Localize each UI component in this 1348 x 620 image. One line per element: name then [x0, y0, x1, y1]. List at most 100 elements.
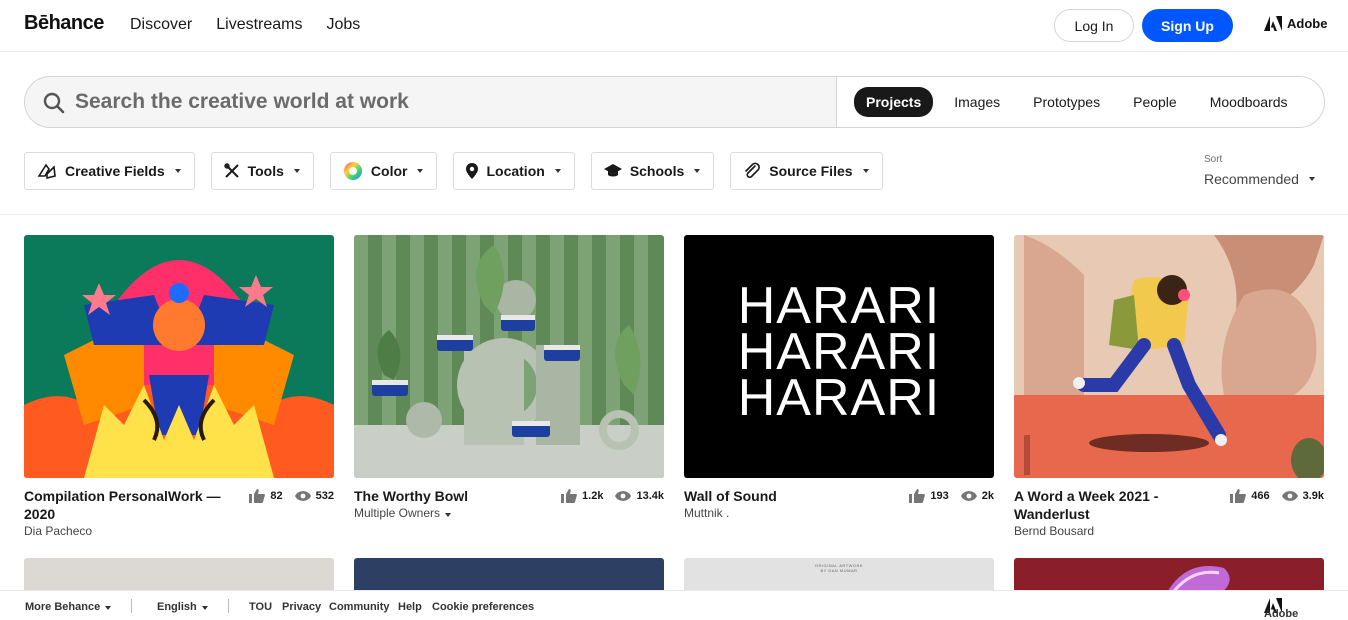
project-stats: 466 3.9k: [1224, 489, 1324, 503]
search-input[interactable]: [75, 87, 815, 117]
filter-label: Creative Fields: [65, 163, 165, 179]
signup-button[interactable]: Sign Up: [1142, 9, 1233, 42]
more-behance-dropdown[interactable]: More Behance: [25, 601, 112, 613]
tab-prototypes[interactable]: Prototypes: [1021, 87, 1112, 117]
tab-projects[interactable]: Projects: [854, 87, 934, 117]
thumbnail-caption: ORIGINAL ARTWORK BY DAN MUMAR: [684, 563, 994, 573]
tab-people[interactable]: People: [1121, 87, 1189, 117]
filter-label: Location: [486, 163, 545, 179]
thumbs-up-icon: [249, 489, 266, 503]
filter-color[interactable]: Color: [329, 152, 438, 190]
nav-link-jobs[interactable]: Jobs: [326, 16, 360, 34]
views-count: 13.4k: [636, 490, 664, 502]
project-card[interactable]: HARARI HARARI HARARI Wall of Sound Muttn…: [684, 235, 994, 533]
project-title[interactable]: Compilation PersonalWork — 2020: [24, 487, 224, 523]
footer-divider: [228, 599, 229, 613]
eye-icon: [1281, 491, 1298, 501]
footer-adobe-link[interactable]: Adobe: [1264, 598, 1298, 620]
project-meta: A Word a Week 2021 - Wanderlust Bernd Bo…: [1014, 487, 1324, 538]
footer-link-tou[interactable]: TOU: [249, 601, 272, 613]
sort-selected-value: Recommended: [1204, 171, 1299, 187]
adobe-label: Adobe: [1264, 608, 1299, 620]
footer-link-community[interactable]: Community: [329, 601, 390, 613]
eye-icon: [960, 491, 977, 501]
project-title[interactable]: A Word a Week 2021 - Wanderlust: [1014, 487, 1214, 523]
project-card[interactable]: A Word a Week 2021 - Wanderlust Bernd Bo…: [1014, 235, 1324, 538]
section-divider: [0, 214, 1348, 215]
eye-icon: [294, 491, 311, 501]
views-count: 532: [315, 490, 334, 502]
footer-divider: [131, 599, 132, 613]
project-owner[interactable]: Dia Pacheco: [24, 524, 334, 538]
footer-link-help[interactable]: Help: [398, 601, 422, 613]
creative-fields-icon: [37, 163, 56, 180]
search-bar: Projects Images Prototypes People Moodbo…: [24, 76, 1325, 128]
behance-logo[interactable]: Bēhance: [24, 12, 104, 35]
project-stats: 193 2k: [903, 489, 994, 503]
chevron-down-icon: [694, 169, 701, 173]
adobe-label: Adobe: [1287, 16, 1328, 31]
project-title[interactable]: The Worthy Bowl: [354, 487, 554, 505]
filter-tools[interactable]: Tools: [210, 152, 314, 190]
paperclip-icon: [745, 162, 761, 179]
project-owner[interactable]: Bernd Bousard: [1014, 524, 1324, 538]
language-dropdown[interactable]: English: [157, 601, 208, 613]
views-count: 3.9k: [1302, 490, 1324, 502]
project-owner[interactable]: Muttnik .: [684, 506, 994, 520]
tab-moodboards[interactable]: Moodboards: [1198, 87, 1300, 117]
illustration-woman-icon: [24, 235, 334, 478]
filter-source-files[interactable]: Source Files: [730, 152, 883, 190]
chevron-down-icon: [293, 169, 300, 173]
filter-location[interactable]: Location: [453, 152, 575, 190]
project-meta: The Worthy Bowl Multiple Owners 1.2k 13.…: [354, 487, 664, 533]
footer-link-privacy[interactable]: Privacy: [282, 601, 321, 613]
filter-creative-fields[interactable]: Creative Fields: [24, 152, 195, 190]
chevron-down-icon: [201, 606, 208, 610]
product-bowls-icon: [354, 235, 664, 478]
footer-link-cookie-preferences[interactable]: Cookie preferences: [432, 601, 534, 613]
chevron-down-icon: [105, 606, 112, 610]
thumbs-up-icon: [561, 489, 577, 503]
project-meta: Compilation PersonalWork — 2020 Dia Pach…: [24, 487, 334, 538]
project-thumbnail[interactable]: [1014, 235, 1324, 478]
thumbnail-caption-line: BY DAN MUMAR: [820, 568, 858, 573]
appreciations-count: 1.2k: [582, 490, 604, 502]
search-icon: [43, 92, 65, 114]
filter-schools[interactable]: Schools: [590, 152, 715, 190]
adobe-link[interactable]: Adobe: [1264, 16, 1327, 31]
sort-label: Sort: [1204, 154, 1223, 165]
nav-link-discover[interactable]: Discover: [130, 16, 192, 34]
search-field-wrapper: [25, 77, 836, 127]
chevron-down-icon: [174, 169, 181, 173]
project-thumbnail[interactable]: HARARI HARARI HARARI: [684, 235, 994, 478]
project-card[interactable]: The Worthy Bowl Multiple Owners 1.2k 13.…: [354, 235, 664, 533]
appreciations-count: 466: [1251, 490, 1270, 502]
project-stats: 82 532: [243, 489, 334, 503]
color-wheel-icon: [343, 162, 362, 180]
filter-label: Schools: [629, 163, 685, 179]
project-card[interactable]: Compilation PersonalWork — 2020 Dia Pach…: [24, 235, 334, 538]
chevron-down-icon: [554, 169, 561, 173]
login-button[interactable]: Log In: [1054, 9, 1134, 42]
graduation-cap-icon: [603, 164, 622, 177]
footer-more-label: More Behance: [25, 601, 101, 613]
eye-icon: [615, 491, 632, 501]
appreciations-count: 82: [270, 490, 283, 502]
top-navigation: Bēhance Discover Livestreams Jobs Log In…: [0, 0, 1348, 52]
tab-images[interactable]: Images: [942, 87, 1012, 117]
chevron-down-icon: [862, 169, 869, 173]
project-thumbnail[interactable]: [354, 235, 664, 478]
filter-label: Color: [370, 163, 408, 179]
sort-dropdown[interactable]: Sort Recommended: [1204, 154, 1315, 187]
project-thumbnail[interactable]: [24, 235, 334, 478]
main-nav-links: Discover Livestreams Jobs: [130, 16, 360, 34]
project-owner-dropdown[interactable]: Multiple Owners: [354, 506, 664, 520]
search-type-tabs: Projects Images Prototypes People Moodbo…: [836, 77, 1324, 127]
nav-link-livestreams[interactable]: Livestreams: [216, 16, 302, 34]
appreciations-count: 193: [930, 490, 949, 502]
filter-bar: Creative Fields Tools Color Location Sch…: [24, 152, 883, 190]
illustration-runner-icon: [1014, 235, 1324, 478]
views-count: 2k: [981, 490, 994, 502]
project-title[interactable]: Wall of Sound: [684, 487, 884, 505]
chevron-down-icon: [417, 169, 424, 173]
